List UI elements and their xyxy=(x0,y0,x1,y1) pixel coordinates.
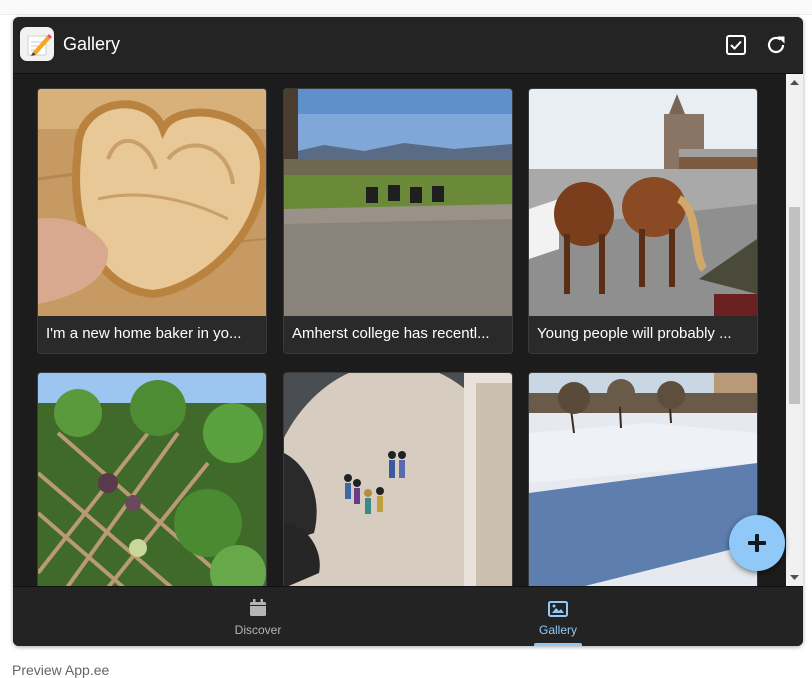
card-caption: I'm a new home baker in yo... xyxy=(46,325,242,342)
photo-grapevine xyxy=(38,373,266,586)
vertical-scrollbar[interactable] xyxy=(786,74,803,586)
calendar-icon xyxy=(250,599,266,616)
card-caption: Amherst college has recentl... xyxy=(292,325,490,342)
plus-icon xyxy=(748,534,766,552)
gallery-grid: I'm a new home baker in yo... Amherst co… xyxy=(13,74,803,586)
app-logo-icon xyxy=(20,27,54,61)
app-title: Gallery xyxy=(63,34,121,54)
nav-gallery-label: Gallery xyxy=(538,623,577,637)
nav-discover[interactable]: Discover xyxy=(158,587,358,646)
nav-discover-label: Discover xyxy=(234,623,282,637)
image-icon xyxy=(548,601,568,617)
photo-horse-carriage xyxy=(529,89,757,316)
app-bar: Gallery xyxy=(13,17,803,74)
select-mode-button[interactable] xyxy=(724,33,748,57)
scroll-up-arrow-icon[interactable] xyxy=(786,76,803,90)
card-caption: Young people will probably ... xyxy=(537,325,732,342)
gallery-card[interactable] xyxy=(37,372,267,586)
gallery-card[interactable]: I'm a new home baker in yo... xyxy=(37,88,267,354)
scroll-down-arrow-icon[interactable] xyxy=(786,570,803,584)
checkbox-icon xyxy=(726,35,746,55)
bottom-navigation: Discover Gallery xyxy=(13,586,803,646)
nav-gallery[interactable]: Gallery xyxy=(458,587,658,646)
preview-app-label: Preview App.ee xyxy=(12,662,110,678)
gallery-card[interactable] xyxy=(283,372,513,586)
gallery-card[interactable]: Amherst college has recentl... xyxy=(283,88,513,354)
refresh-icon xyxy=(767,36,785,54)
photo-snowy-park xyxy=(529,373,757,586)
photo-pastry xyxy=(38,89,266,316)
scrollbar-thumb[interactable] xyxy=(789,207,800,404)
gallery-card[interactable]: Young people will probably ... xyxy=(528,88,758,354)
photo-earrings xyxy=(284,373,512,586)
app-window: Gallery I'm a new home baker in yo... Am… xyxy=(13,17,803,646)
browser-top-strip xyxy=(0,0,812,15)
photo-college-field xyxy=(284,89,512,316)
active-tab-indicator xyxy=(534,643,582,646)
add-photo-button[interactable] xyxy=(729,515,785,571)
refresh-button[interactable] xyxy=(764,33,788,57)
gallery-card[interactable] xyxy=(528,372,758,586)
